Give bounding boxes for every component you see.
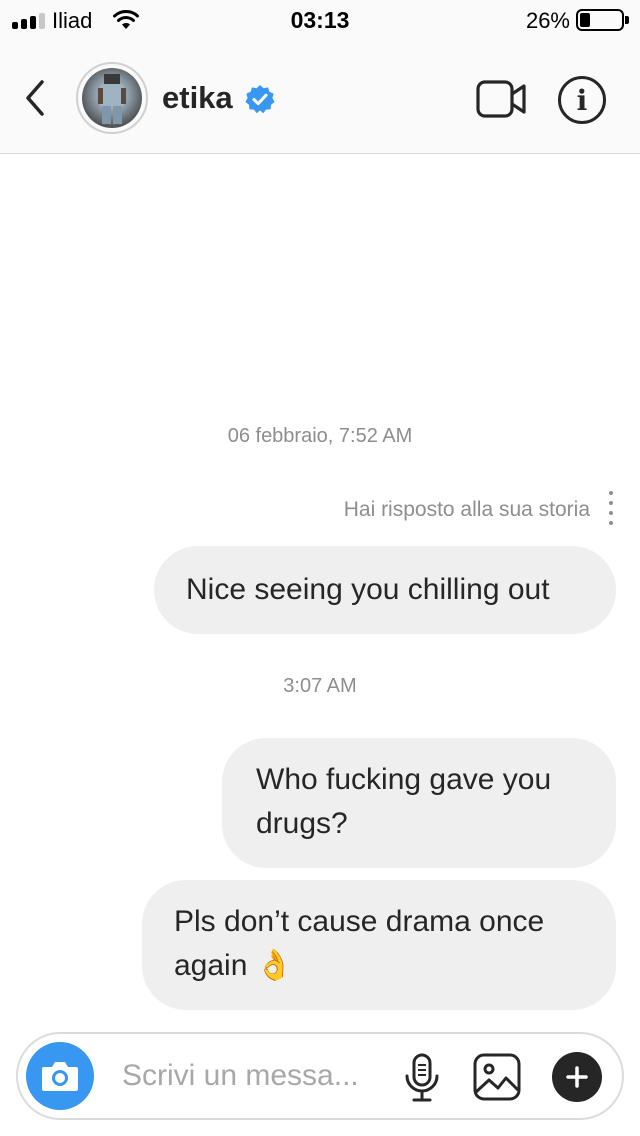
camera-glyph <box>42 1062 78 1091</box>
message-bubble[interactable]: Who fucking gave you drugs? <box>222 738 616 868</box>
battery-percentage: 26% <box>525 8 570 33</box>
plus-glyph <box>566 1066 588 1088</box>
message-composer <box>16 1032 624 1120</box>
chat-header: etika i <box>0 40 640 154</box>
microphone-icon[interactable] <box>402 1052 442 1104</box>
avatar-image <box>82 68 142 128</box>
message-input[interactable] <box>122 1054 392 1098</box>
message-bubble[interactable]: Nice seeing you chilling out <box>154 546 616 634</box>
image-gallery-icon[interactable] <box>472 1052 522 1102</box>
plus-icon[interactable] <box>552 1052 602 1102</box>
chevron-left-icon[interactable] <box>18 78 58 118</box>
chat-username[interactable]: etika <box>162 80 233 116</box>
message-bubble[interactable]: Pls don’t cause drama once again 👌 <box>142 880 616 1010</box>
battery-icon <box>576 9 629 31</box>
battery-fill <box>580 13 590 27</box>
battery-nub <box>625 16 629 24</box>
more-options-icon[interactable] <box>609 491 617 525</box>
avatar-figure <box>98 74 126 124</box>
message-timestamp: 06 febbraio, 7:52 AM <box>227 425 413 447</box>
video-camera-icon[interactable] <box>476 78 528 120</box>
status-bar: Iliad 03:13 26% <box>0 0 640 40</box>
info-glyph: i <box>576 83 588 117</box>
avatar[interactable] <box>76 62 148 134</box>
camera-icon[interactable] <box>26 1042 94 1110</box>
verified-badge-icon <box>245 85 275 114</box>
message-timestamp: 3:07 AM <box>283 675 357 697</box>
info-icon[interactable]: i <box>558 76 606 124</box>
story-reply-note: Hai risposto alla sua storia <box>343 498 590 521</box>
